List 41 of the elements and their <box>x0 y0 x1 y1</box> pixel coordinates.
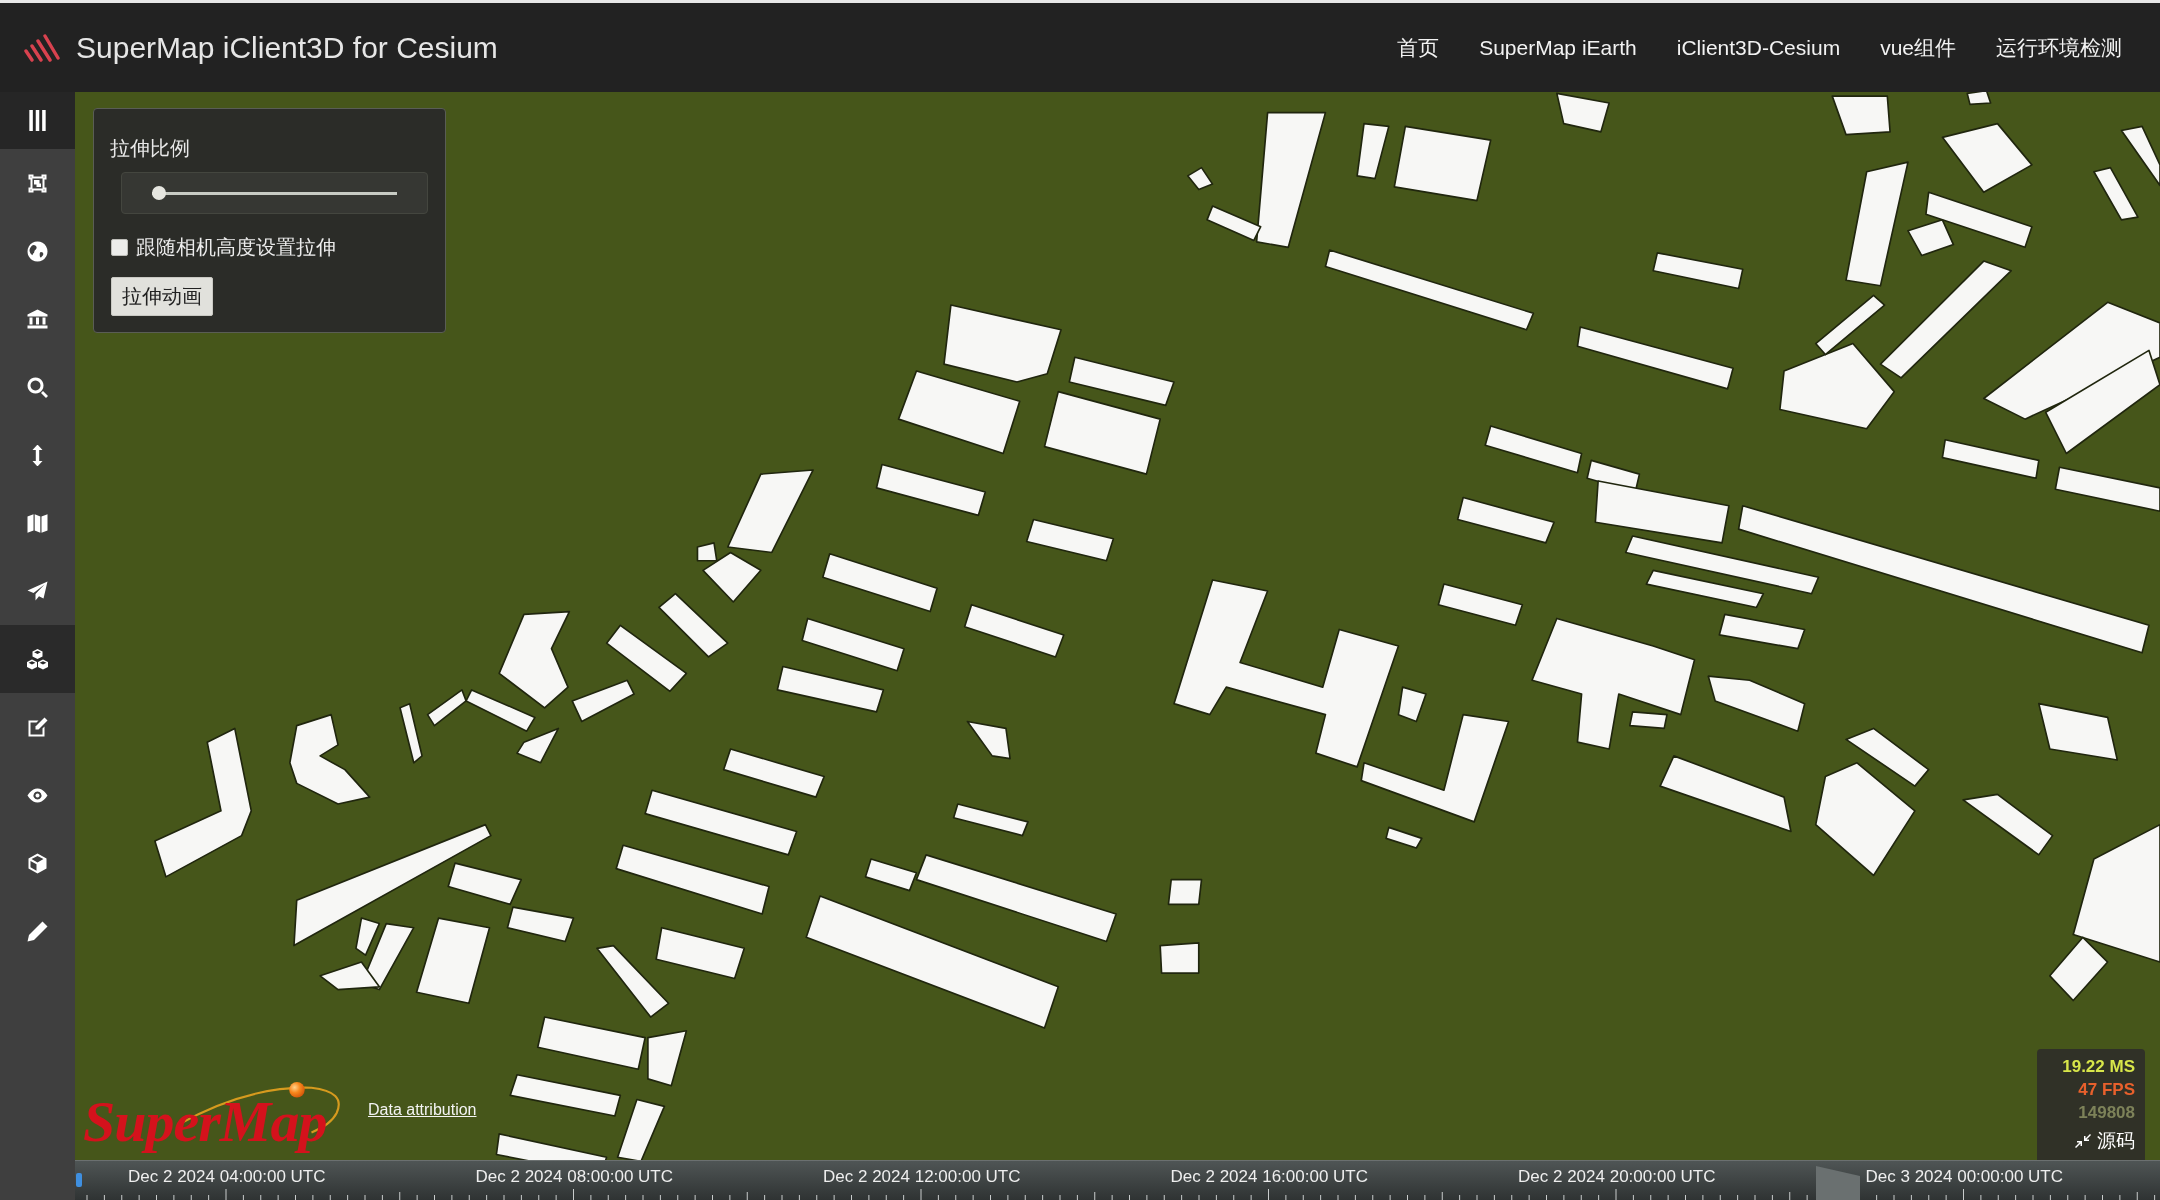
fps-text: 47 FPS <box>2078 1079 2135 1101</box>
slider-label: 拉伸比例 <box>110 136 191 161</box>
timeline-label: Dec 2 2024 20:00:00 UTC <box>1518 1167 1716 1187</box>
nav-link[interactable]: vue组件 <box>1880 33 1956 62</box>
timeline-bar[interactable]: Dec 2 2024 04:00:00 UTC Dec 2 2024 08:00:00 UTC Dec 2 2024 12:00:00 UTC Dec 2 2024 16:00:00 UTC Dec 2 2024 20:00:00 UTC Dec 3 2024 00:00:00 UTC <box>75 1160 2160 1200</box>
slider-handle[interactable] <box>152 186 166 200</box>
search-icon <box>27 376 48 398</box>
collapse-arrows-icon <box>2075 1133 2091 1149</box>
map-icon <box>27 512 48 534</box>
cube-icon <box>27 852 48 874</box>
bank-icon <box>27 308 48 330</box>
frame-icon <box>27 172 48 194</box>
frame-time-text: 19.22 MS <box>2062 1056 2135 1078</box>
checkbox[interactable] <box>111 238 128 256</box>
cubes-icon <box>27 648 48 670</box>
time-range-shade <box>1816 1166 1860 1200</box>
timeline-label: Dec 2 2024 04:00:00 UTC <box>128 1167 326 1187</box>
timeline-label: Dec 2 2024 08:00:00 UTC <box>475 1167 673 1187</box>
checkbox-label: 跟随相机高度设置拉伸 <box>136 235 336 259</box>
source-code-button[interactable]: 源码 <box>2075 1126 2135 1156</box>
logo-icon <box>24 33 60 62</box>
time-marker-icon[interactable] <box>76 1173 82 1187</box>
timeline-label: Dec 2 2024 12:00:00 UTC <box>823 1167 1021 1187</box>
app-title: SuperMap iClient3D for Cesium <box>76 29 498 66</box>
data-attribution-link[interactable]: Data attribution <box>368 1100 477 1120</box>
timeline-label: Dec 3 2024 00:00:00 UTC <box>1865 1167 2063 1187</box>
nav-link[interactable]: SuperMap iEarth <box>1479 33 1637 62</box>
nav-link[interactable]: iClient3D-Cesium <box>1676 33 1841 62</box>
sidebar-tool-button[interactable] <box>0 625 75 693</box>
edit-icon <box>27 716 48 738</box>
pencil-icon <box>27 920 48 942</box>
triangle-count-text: 149808 <box>2078 1102 2135 1124</box>
bars-icon <box>27 110 48 131</box>
nav-link[interactable]: 运行环境检测 <box>1996 33 2122 62</box>
paper-plane-icon <box>27 580 48 602</box>
nav-link[interactable]: 首页 <box>1397 33 1440 62</box>
globe-icon <box>27 240 48 262</box>
sidebar-toggle-button[interactable] <box>0 92 75 149</box>
stretch-animation-button[interactable]: 拉伸动画 <box>111 277 213 316</box>
map-view[interactable]: 拉伸比例 跟随相机高度设置拉伸 拉伸动画 SuperMap Data attribution 19.22 MS 47 FPS 149808 源码 <box>75 92 2160 1160</box>
timeline-label: Dec 2 2024 16:00:00 UTC <box>1170 1167 1368 1187</box>
